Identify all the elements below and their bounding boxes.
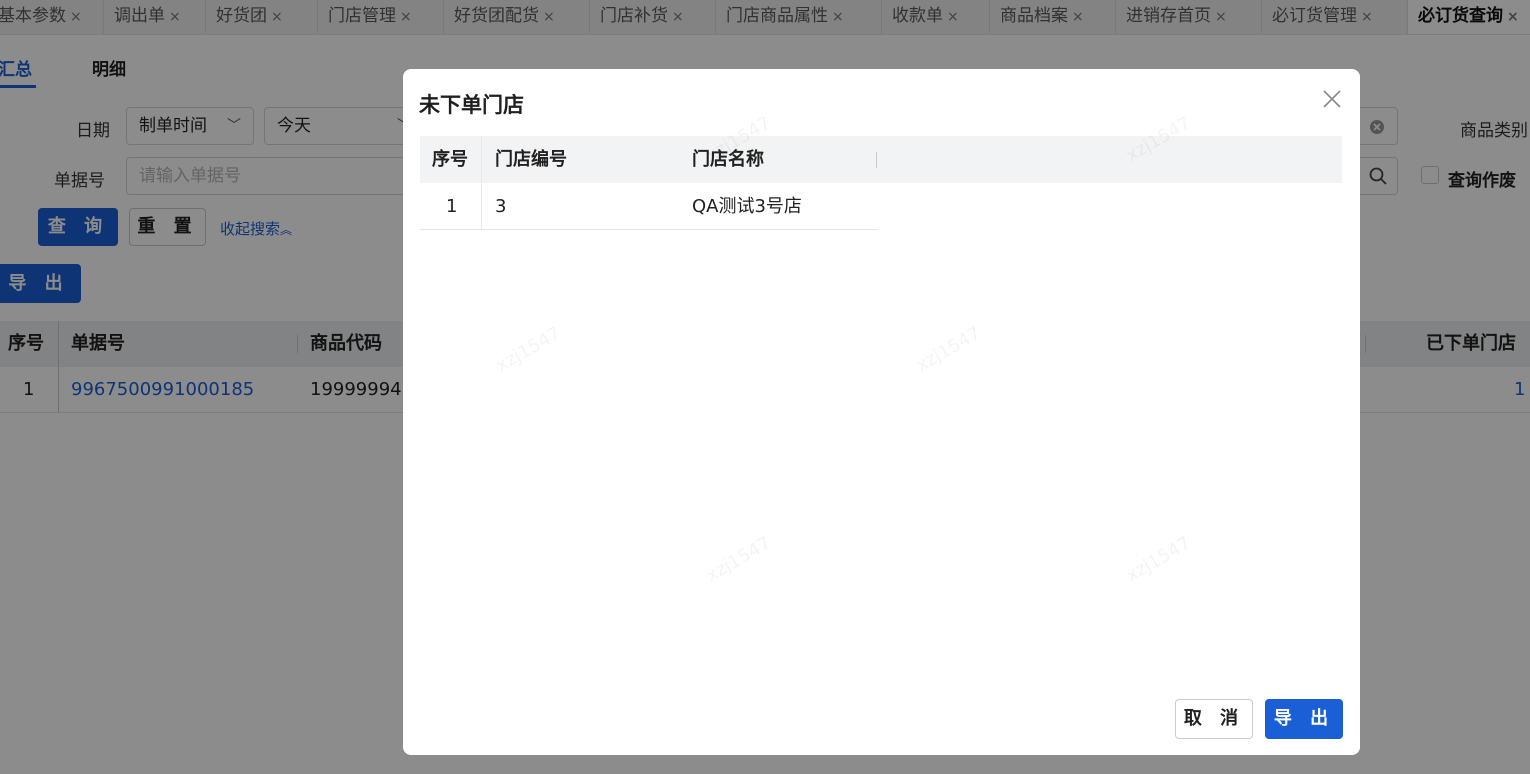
modal-column-header-seq: 序号 [432, 149, 468, 170]
cancel-button[interactable]: 取 消 [1175, 699, 1253, 739]
modal-cell-seq: 1 [446, 196, 458, 217]
modal-column-header-store-code: 门店编号 [495, 149, 567, 170]
modal-cell-store-name: QA测试3号店 [692, 196, 802, 217]
watermark: xzj1547 [1123, 533, 1195, 587]
watermark: xzj1547 [493, 323, 565, 377]
modal-title: 未下单门店 [419, 93, 524, 117]
modal-cell-store-code: 3 [495, 196, 507, 217]
row-divider [420, 229, 878, 230]
watermark: xzj1547 [703, 533, 775, 587]
watermark: xzj1547 [913, 323, 985, 377]
column-divider [876, 152, 877, 168]
modal-export-button[interactable]: 导 出 [1265, 699, 1343, 739]
column-divider [481, 136, 482, 230]
close-icon[interactable] [1320, 87, 1344, 111]
unordered-stores-modal: 未下单门店 序号 门店编号 门店名称 1 3 QA测试3号店 xzj1547 x… [403, 69, 1360, 755]
